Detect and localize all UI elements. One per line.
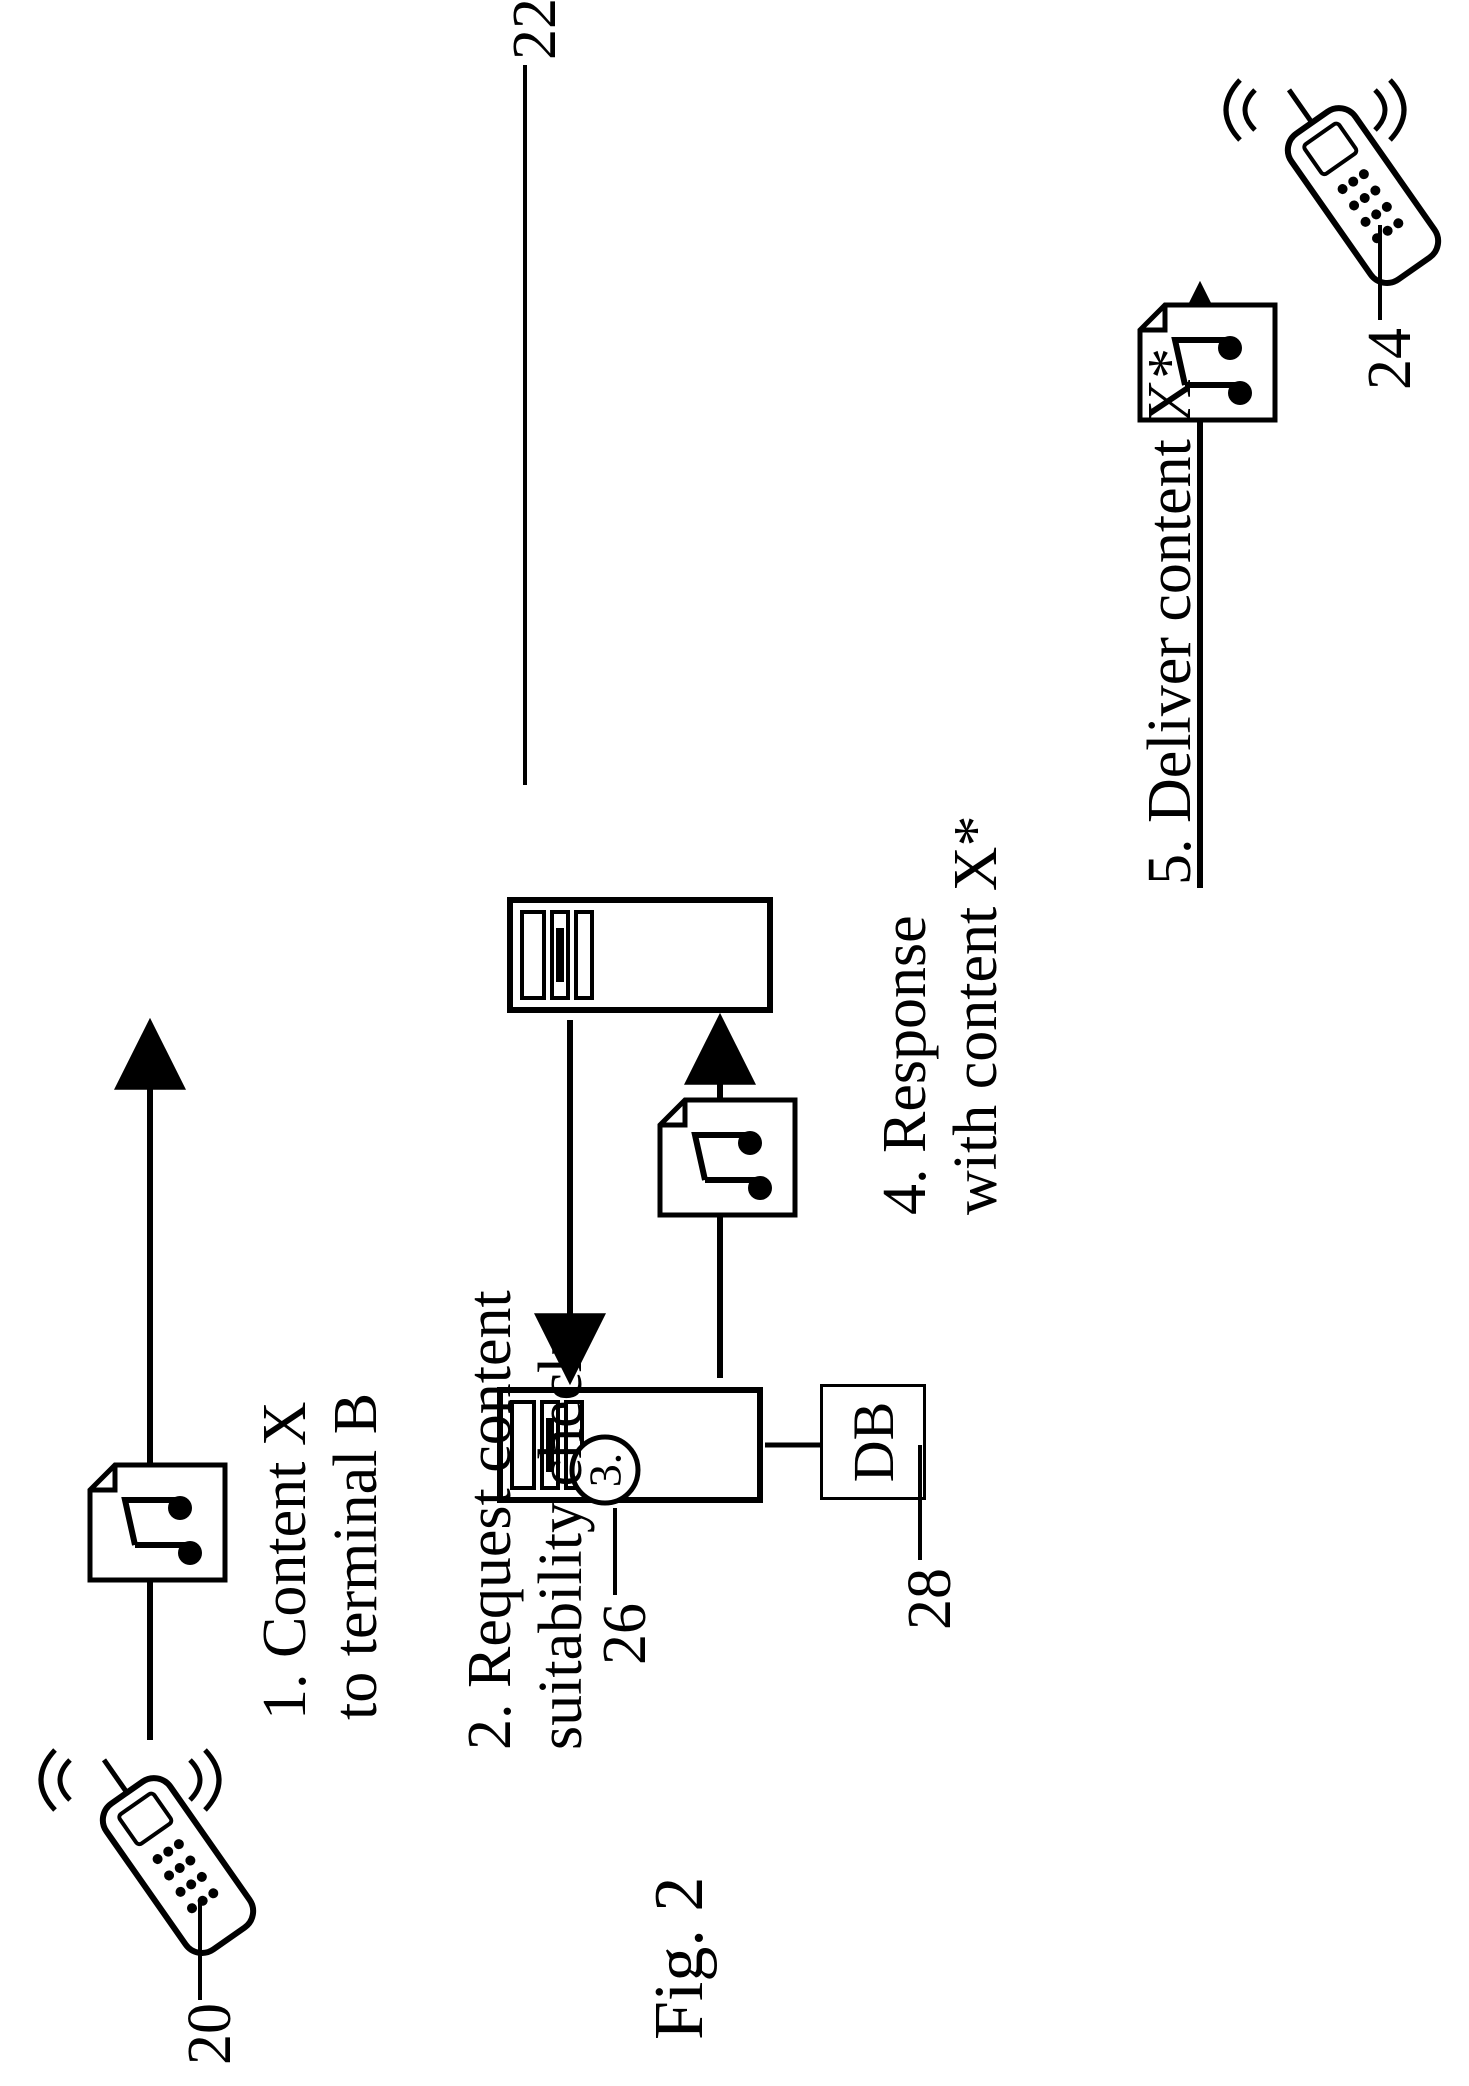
database-label: DB	[840, 1402, 907, 1483]
ref-26: 26	[590, 1603, 661, 1665]
ref-20: 20	[175, 2003, 246, 2065]
step5-label: 5. Deliver content X*	[1135, 348, 1206, 885]
phone-a-icon	[41, 1737, 261, 1960]
ref-24: 24	[1355, 328, 1426, 390]
ref-28: 28	[895, 1568, 966, 1630]
step2-label: 2. Request content suitability check	[455, 1290, 598, 1750]
phone-b-icon	[1226, 67, 1446, 290]
server-22-icon	[510, 900, 770, 1010]
step1-label: 1. Content X to terminal B	[250, 1393, 393, 1720]
ref-22: 22	[500, 0, 571, 60]
step4-label: 4. Response with content X*	[870, 816, 1013, 1216]
database-box: DB	[820, 1384, 926, 1500]
figure-caption: Fig. 2	[640, 1877, 720, 2040]
music-file-icon	[660, 1100, 795, 1215]
music-file-icon	[90, 1465, 225, 1580]
